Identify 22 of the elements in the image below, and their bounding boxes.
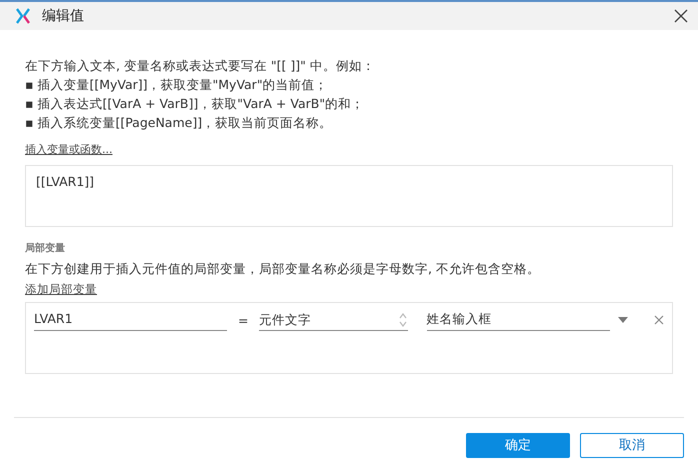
insert-variable-link[interactable]: 插入变量或函数... [25, 142, 112, 157]
logo-icon [16, 8, 30, 24]
instruction-text: ▪ 插入变量[[MyVar]]，获取变量"MyVar"的当前值； [25, 76, 329, 94]
instruction-text: ▪ 插入系统变量[[PageName]]，获取当前页面名称。 [25, 114, 334, 132]
delete-icon[interactable] [654, 315, 664, 325]
window-title: 编辑值 [42, 7, 85, 25]
close-icon [674, 9, 688, 23]
instruction-text: 在下方输入文本, 变量名称或表达式要写在 "[[ ]]" 中。例如： [25, 57, 376, 75]
variable-name-field[interactable]: LVAR1 [34, 309, 228, 331]
equals-sign: = [237, 312, 250, 328]
caret-icon[interactable] [618, 317, 628, 323]
description-text: 在下方创建用于插入元件值的局部变量，局部变量名称必须是字母数字, 不允许包含空格。 [25, 261, 541, 278]
cancel-button[interactable]: 取消 [580, 432, 684, 458]
source-select[interactable]: 元件文字 [259, 309, 408, 331]
close-button[interactable] [674, 9, 688, 23]
ok-button[interactable]: 确定 [466, 432, 570, 458]
section-label: 局部变量 [25, 241, 66, 255]
instruction-text: ▪ 插入表达式[[VarA + VarB]]，获取"VarA + VarB"的和； [25, 95, 366, 113]
add-variable-link[interactable]: 添加局部变量 [25, 282, 97, 297]
spinner-icon [398, 312, 408, 328]
target-select[interactable]: 姓名输入框 [426, 309, 610, 331]
expression-field[interactable]: [[LVAR1]] [25, 165, 673, 227]
